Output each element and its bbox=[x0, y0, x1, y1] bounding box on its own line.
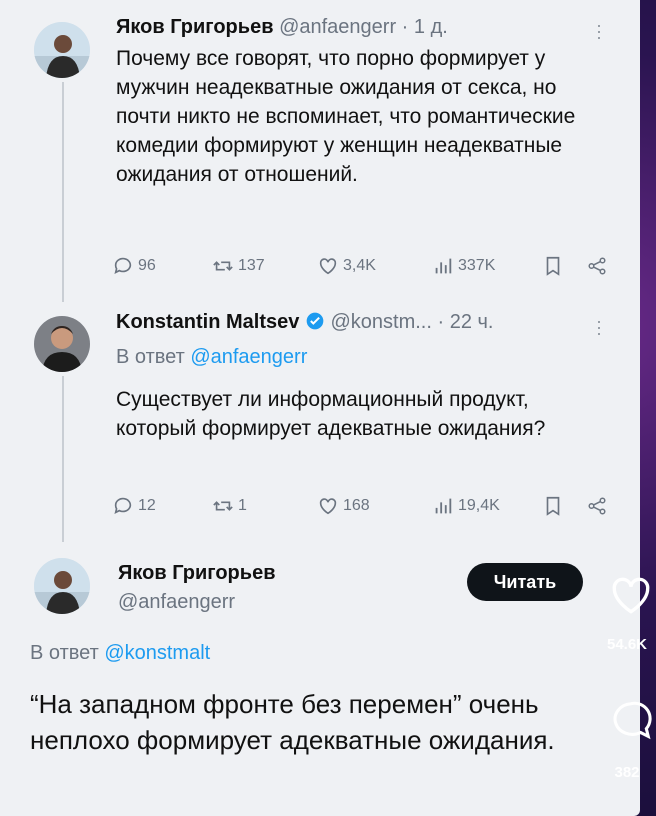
tweet-thread-card: Яков Григорьев @anfaengerr · 1 д. · · · По… bbox=[0, 0, 640, 816]
tweet-header: Konstantin Maltsev @konstm... · 22 ч. bbox=[116, 311, 493, 334]
like-button[interactable]: 3,4K bbox=[317, 255, 376, 277]
avatar-photo-icon bbox=[34, 558, 90, 614]
share-icon bbox=[588, 257, 606, 275]
replying-to: В ответ @anfaengerr bbox=[116, 346, 307, 369]
side-comment-count: 382 bbox=[614, 764, 640, 781]
avatar-photo-icon bbox=[34, 22, 90, 78]
reply-handle-link[interactable]: @konstmalt bbox=[104, 642, 210, 664]
follow-button[interactable]: Читать bbox=[467, 563, 583, 601]
like-button[interactable]: 168 bbox=[317, 495, 370, 517]
share-icon bbox=[588, 497, 606, 515]
comment-bubble-icon bbox=[613, 701, 652, 740]
share-button[interactable] bbox=[586, 495, 608, 517]
author-name[interactable]: Яков Григорьев bbox=[118, 562, 276, 585]
tweet-time[interactable]: · 22 ч. bbox=[437, 311, 493, 333]
author-handle[interactable]: @konstm... bbox=[330, 311, 431, 333]
tweet-header: Яков Григорьев @anfaengerr bbox=[118, 562, 276, 614]
retweet-count: 1 bbox=[238, 497, 247, 514]
tweet-text: Существует ли информационный продукт, ко… bbox=[116, 388, 546, 440]
author-handle[interactable]: @anfaengerr bbox=[118, 591, 276, 614]
side-like-button[interactable] bbox=[606, 570, 656, 620]
more-options-icon[interactable]: · · · bbox=[596, 16, 602, 46]
bookmark-button[interactable] bbox=[542, 495, 564, 517]
avatar[interactable] bbox=[34, 316, 90, 372]
avatar[interactable] bbox=[34, 22, 90, 78]
tweet-text: Почему все говорят, что порно формирует … bbox=[116, 47, 576, 186]
reply-prefix: В ответ bbox=[116, 346, 185, 368]
avatar-photo-icon bbox=[34, 316, 90, 372]
side-comment-button[interactable] bbox=[608, 698, 654, 744]
tweet-actions: 12 1 168 19,4K bbox=[112, 495, 612, 521]
reply-prefix: В ответ bbox=[30, 642, 99, 664]
views-count: 19,4K bbox=[458, 497, 500, 514]
tweet-actions: 96 137 3,4K 337K bbox=[112, 255, 612, 281]
author-name[interactable]: Яков Григорьев bbox=[116, 16, 274, 38]
avatar[interactable] bbox=[34, 558, 90, 614]
thread-line bbox=[62, 376, 64, 542]
retweet-button[interactable]: 1 bbox=[212, 495, 247, 517]
reply-icon bbox=[114, 257, 132, 274]
verified-badge-icon bbox=[306, 312, 324, 330]
reply-handle-link[interactable]: @anfaengerr bbox=[190, 346, 307, 368]
like-count: 168 bbox=[343, 497, 370, 514]
author-name[interactable]: Konstantin Maltsev bbox=[116, 311, 299, 333]
retweet-icon bbox=[213, 261, 233, 271]
reply-button[interactable]: 12 bbox=[112, 495, 156, 517]
reply-count: 12 bbox=[138, 497, 156, 514]
views-button[interactable]: 19,4K bbox=[432, 495, 500, 517]
views-button[interactable]: 337K bbox=[432, 255, 495, 277]
tweet-text: “На западном фронте без перемен” очень н… bbox=[30, 689, 555, 755]
retweet-button[interactable]: 137 bbox=[212, 255, 265, 277]
tweet-header: Яков Григорьев @anfaengerr · 1 д. bbox=[116, 16, 448, 39]
bookmark-button[interactable] bbox=[542, 255, 564, 277]
heart-icon bbox=[319, 258, 337, 275]
reply-icon bbox=[114, 497, 132, 514]
tweet-time[interactable]: · 1 д. bbox=[402, 16, 448, 38]
views-chart-icon bbox=[435, 498, 452, 514]
share-button[interactable] bbox=[586, 255, 608, 277]
views-chart-icon bbox=[435, 258, 452, 274]
side-like-count: 54.6K bbox=[606, 636, 648, 653]
retweet-count: 137 bbox=[238, 257, 265, 274]
heart-icon bbox=[612, 577, 650, 614]
replying-to: В ответ @konstmalt bbox=[30, 642, 210, 665]
heart-icon bbox=[319, 498, 337, 515]
views-count: 337K bbox=[458, 257, 496, 274]
reply-button[interactable]: 96 bbox=[112, 255, 156, 277]
bookmark-icon bbox=[546, 256, 560, 276]
thread-line bbox=[62, 82, 64, 302]
like-count: 3,4K bbox=[343, 257, 376, 274]
more-options-icon[interactable]: · · · bbox=[596, 312, 602, 342]
retweet-icon bbox=[213, 501, 233, 511]
author-handle[interactable]: @anfaengerr bbox=[279, 16, 396, 38]
reply-count: 96 bbox=[138, 257, 156, 274]
bookmark-icon bbox=[546, 496, 560, 516]
